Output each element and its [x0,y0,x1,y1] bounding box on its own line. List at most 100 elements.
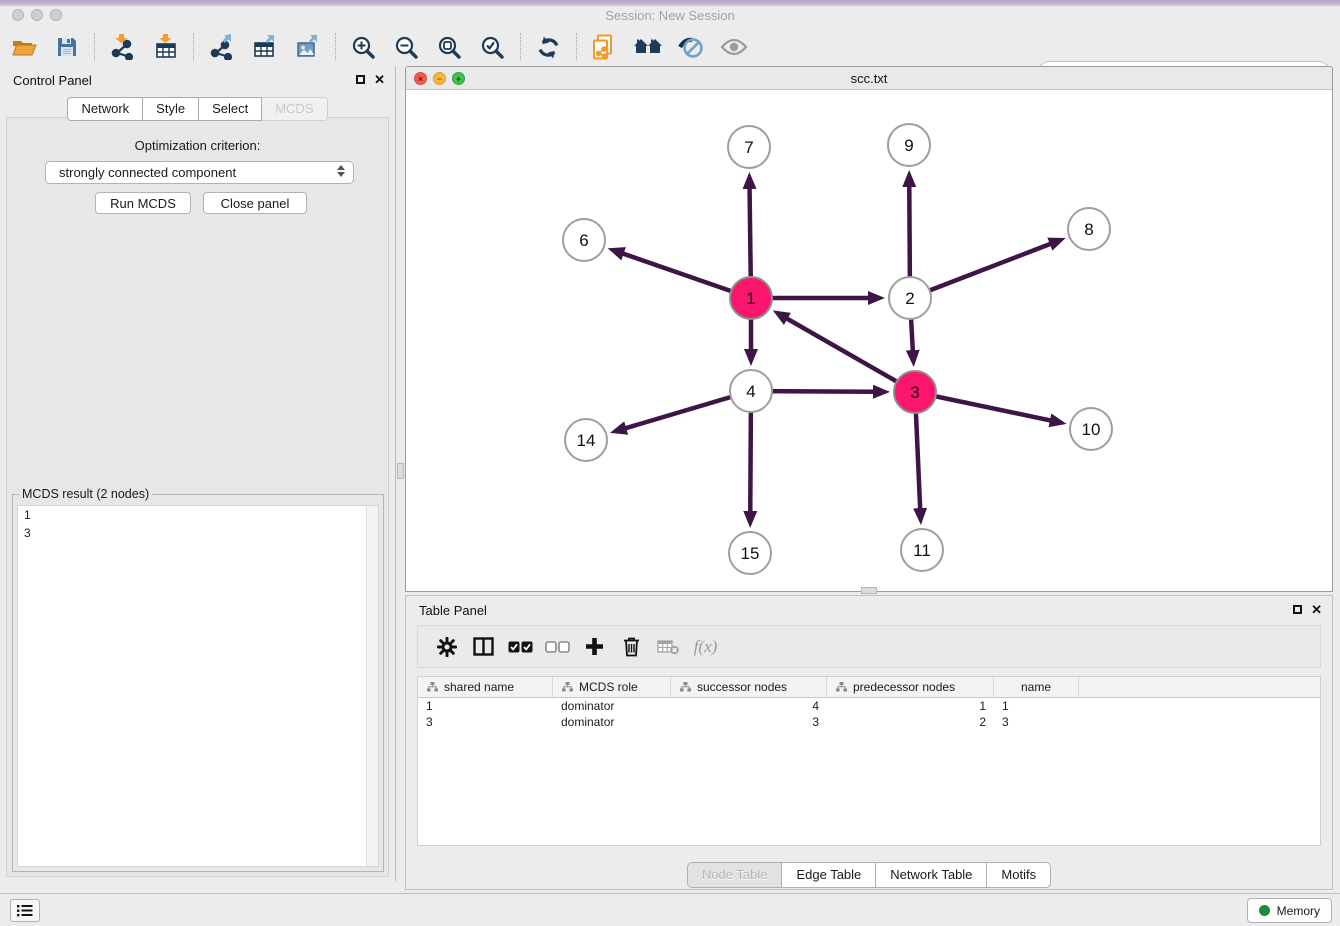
add-column-button[interactable] [576,632,613,662]
clone-network-button[interactable] [583,31,626,63]
cell-successor-nodes[interactable]: 3 [671,714,827,730]
tab-style[interactable]: Style [143,97,199,121]
refresh-icon [536,35,561,60]
column-header-mcds-role[interactable]: MCDS role [553,677,671,697]
export-network-button[interactable] [200,31,243,63]
hide-graphics-details-button[interactable] [669,31,712,63]
tab-select[interactable]: Select [199,97,262,121]
column-header-successor-nodes[interactable]: successor nodes [671,677,827,697]
float-panel-icon[interactable] [356,75,365,84]
zoom-fit-button[interactable] [428,31,471,63]
result-scrollbar[interactable] [366,506,378,866]
zoom-in-button[interactable] [342,31,385,63]
show-graphics-details-button[interactable] [712,31,755,63]
cell-shared-name[interactable]: 1 [418,698,553,714]
mcds-result-box: MCDS result (2 nodes) 13 [12,494,384,872]
cell-shared-name[interactable]: 3 [418,714,553,730]
node-3[interactable]: 3 [894,371,936,413]
node-6[interactable]: 6 [563,219,605,261]
tab-network[interactable]: Network [67,97,143,121]
float-panel-icon[interactable] [1293,605,1302,614]
cell-mcds-role[interactable]: dominator [553,698,671,714]
splitter-grip-vertical[interactable] [397,463,404,479]
node-2[interactable]: 2 [889,277,931,319]
select-all-button[interactable] [502,632,539,662]
home-button[interactable] [626,31,669,63]
tab-network-table[interactable]: Network Table [876,862,987,888]
mcds-result-text[interactable]: 13 [17,505,379,867]
column-label: name [1021,680,1051,694]
tab-motifs[interactable]: Motifs [987,862,1051,888]
export-table-icon [252,34,278,60]
session-title: Session: New Session [0,8,1340,23]
memory-button[interactable]: Memory [1247,898,1332,923]
column-type-icon [427,682,438,692]
refresh-view-button[interactable] [527,31,570,63]
cell-name[interactable]: 3 [994,714,1079,730]
export-image-icon [295,34,321,60]
edge-2-to-8[interactable] [910,244,1051,298]
split-panel-button[interactable] [465,632,502,662]
export-image-button[interactable] [286,31,329,63]
table-panel: Table Panel ✕ [405,595,1333,890]
open-session-button[interactable] [2,31,45,63]
task-history-button[interactable] [10,899,40,922]
criterion-dropdown[interactable]: strongly connected component [45,161,354,184]
splitter-grip-horizontal[interactable] [861,587,877,594]
tab-node-table[interactable]: Node Table [687,862,783,888]
node-9[interactable]: 9 [888,124,930,166]
tab-edge-table[interactable]: Edge Table [782,862,876,888]
node-7[interactable]: 7 [728,126,770,168]
network-graph[interactable]: 1 2 3 4 6 7 8 9 10 11 14 15 [406,90,1332,591]
column-type-icon [836,682,847,692]
export-table-button[interactable] [243,31,286,63]
close-panel-icon[interactable]: ✕ [1311,604,1322,615]
node-10[interactable]: 10 [1070,408,1112,450]
delete-table-button[interactable] [650,632,687,662]
import-network-button[interactable] [101,31,144,63]
title-bar: Session: New Session [0,0,1340,28]
table-row[interactable]: 1dominator411 [418,698,1320,714]
delete-column-button[interactable] [613,632,650,662]
node-label: 1 [746,289,755,308]
import-table-button[interactable] [144,31,187,63]
node-15[interactable]: 15 [729,532,771,574]
node-label: 6 [579,231,588,250]
close-panel-button[interactable]: Close panel [203,192,307,214]
node-label: 3 [910,383,919,402]
run-mcds-button[interactable]: Run MCDS [95,192,191,214]
node-table: shared nameMCDS rolesuccessor nodesprede… [417,676,1321,846]
node-11[interactable]: 11 [901,529,943,571]
node-8[interactable]: 8 [1068,208,1110,250]
node-4[interactable]: 4 [730,370,772,412]
gear-icon [437,637,457,657]
table-settings-button[interactable] [428,632,465,662]
zoom-fit-icon [437,35,462,60]
clear-selection-button[interactable] [539,632,576,662]
cell-predecessor-nodes[interactable]: 2 [827,714,994,730]
network-canvas[interactable]: 1 2 3 4 6 7 8 9 10 11 14 15 [406,90,1332,591]
edge-3-to-1[interactable] [787,318,915,392]
network-window-titlebar[interactable]: × − + scc.txt [406,67,1332,90]
column-header-shared-name[interactable]: shared name [418,677,553,697]
column-header-predecessor-nodes[interactable]: predecessor nodes [827,677,994,697]
tab-mcds[interactable]: MCDS [262,97,327,121]
zoom-selected-button[interactable] [471,31,514,63]
close-panel-icon[interactable]: ✕ [374,74,385,85]
function-icon: f(x) [694,637,718,657]
table-row[interactable]: 3dominator323 [418,714,1320,730]
column-header-name[interactable]: name [994,677,1079,697]
node-1[interactable]: 1 [730,277,772,319]
status-bar: Memory [0,893,1340,926]
cell-successor-nodes[interactable]: 4 [671,698,827,714]
cell-mcds-role[interactable]: dominator [553,714,671,730]
toolbar-separator [193,33,194,61]
node-14[interactable]: 14 [565,419,607,461]
function-builder-button[interactable]: f(x) [687,632,724,662]
zoom-out-button[interactable] [385,31,428,63]
cell-predecessor-nodes[interactable]: 1 [827,698,994,714]
cell-name[interactable]: 1 [994,698,1079,714]
hide-details-icon [678,34,704,60]
save-session-button[interactable] [45,31,88,63]
houses-icon [634,37,662,57]
